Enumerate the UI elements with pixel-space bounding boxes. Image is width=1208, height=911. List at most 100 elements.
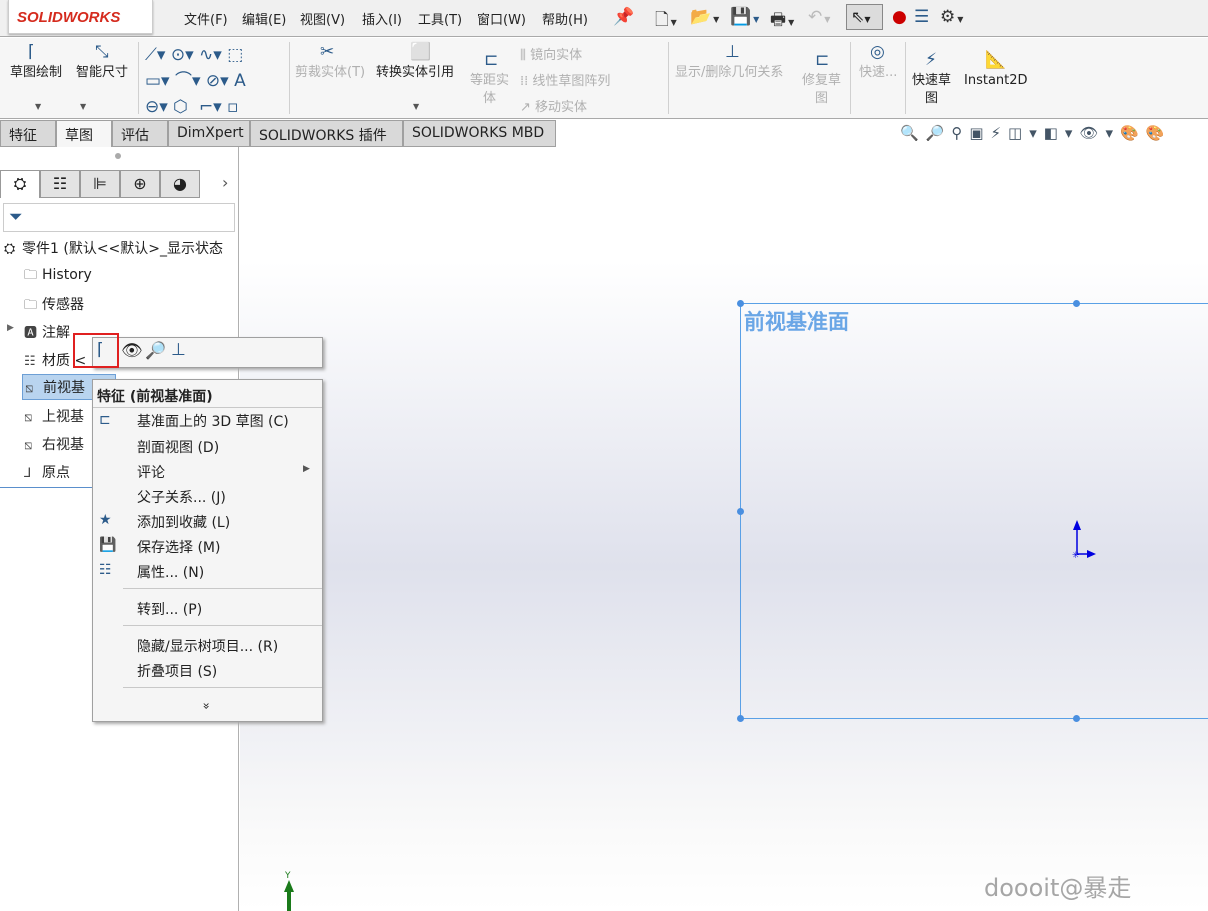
material-icon: ☷ [24, 354, 36, 369]
plane-handle[interactable] [1073, 715, 1080, 722]
dimxpertmanager-tab-icon[interactable]: ⊕ [120, 170, 160, 198]
sketch-icon: ⌈ [28, 42, 35, 62]
save-icon[interactable]: 💾 ▼ [730, 7, 759, 27]
tree-root-part[interactable]: ⛭ 零件1 (默认<<默认>_显示状态 [4, 238, 238, 258]
display-delete-relations-button[interactable]: 显示/删除几何关系 [675, 64, 783, 82]
tab-evaluate[interactable]: 评估 [112, 120, 168, 147]
origin-axes-icon: ✳ [1072, 520, 1096, 560]
linear-pattern-button[interactable]: ⁞⁞ 线性草图阵列 [520, 69, 610, 95]
menu-item-section-view[interactable]: 剖面视图 (D) [137, 437, 219, 457]
select-icon[interactable]: ⇖▼ [846, 4, 883, 30]
plane-icon: ⧅ [25, 381, 34, 396]
tree-item-origin[interactable]: ⅃ 原点 [24, 462, 70, 482]
context-menu: 特征 (前视基准面) ⊏ 基准面上的 3D 草图 (C) 剖面视图 (D) 评论… [92, 379, 323, 722]
triad-y-axis-icon: Y [284, 871, 294, 911]
submenu-arrow-icon: ▶ [303, 464, 310, 474]
plane-label: 前视基准面 [744, 310, 849, 334]
mirror-entities-button[interactable]: ⫼ 镜向实体 [520, 43, 610, 69]
menu-view[interactable]: 视图(V) [300, 9, 345, 28]
heads-up-view-toolbar[interactable]: 🔍🔎⚲▣⚡◫▾◧▾👁▾🎨🎨 [900, 124, 1171, 142]
origin-icon: ⅃ [24, 466, 32, 481]
menu-edit[interactable]: 编辑(E) [242, 9, 286, 28]
solidworks-logo[interactable]: SOLIDWORKS [8, 0, 153, 34]
part-icon: ⛭ [4, 241, 16, 257]
menu-tools[interactable]: 工具(T) [418, 9, 462, 28]
smart-dimension-icon: ⤡ [95, 42, 109, 62]
menu-item-parent-child[interactable]: 父子关系... (J) [137, 487, 226, 507]
configurationmanager-tab-icon[interactable]: ⊫ [80, 170, 120, 198]
offset-entities-button[interactable]: 等距实体 [470, 72, 509, 108]
menu-file[interactable]: 文件(F) [184, 9, 228, 28]
svg-text:✳: ✳ [1072, 551, 1080, 560]
watermark: doooit@暴走 [984, 874, 1132, 902]
save-selection-icon: 💾 [99, 537, 117, 553]
plane-handle[interactable] [737, 508, 744, 515]
3d-sketch-icon: ⊏ [99, 412, 111, 428]
sketch-entity-tools[interactable]: ⟋▾ ⊙▾ ∿▾ ⬚ ▭▾ ⌒▾ ⊘▾ A ⊖▾ ⬡ ⌐▾ ▫ [145, 42, 285, 120]
tree-item-sensors[interactable]: 🗀 传感器 [24, 294, 84, 318]
sketch-button[interactable]: 草图绘制 [10, 64, 62, 82]
print-icon[interactable]: 🖶 ▼ [770, 7, 794, 36]
instant2d-button[interactable]: Instant2D [964, 72, 1028, 90]
plane-handle[interactable] [737, 715, 744, 722]
chevron-right-icon[interactable]: › [222, 173, 228, 192]
panel-grip[interactable] [115, 153, 121, 159]
convert-entities-icon: ⬜ [410, 42, 432, 62]
move-entities-button[interactable]: ↗ 移动实体 [520, 95, 610, 121]
menu-item-comment[interactable]: 评论 [137, 462, 165, 482]
menu-item-hide-show-tree-items[interactable]: 隐藏/显示树项目... (R) [137, 636, 278, 656]
favorites-folder-icon: ★ [99, 512, 112, 528]
menu-help[interactable]: 帮助(H) [542, 9, 588, 28]
tab-mbd[interactable]: SOLIDWORKS MBD [403, 120, 556, 147]
expand-arrow-icon[interactable]: ▶ [7, 323, 14, 333]
menu-insert[interactable]: 插入(I) [362, 9, 402, 28]
open-file-icon[interactable]: 📂 ▼ [690, 7, 719, 27]
plane-handle[interactable] [1073, 300, 1080, 307]
tree-item-annotations[interactable]: 🅰 注解 [24, 322, 70, 342]
eye-show-icon[interactable]: 👁 [121, 341, 143, 361]
rebuild-traffic-light-icon[interactable]: ● [892, 7, 907, 27]
menu-item-add-to-favorites[interactable]: 添加到收藏 (L) [137, 512, 230, 532]
tree-item-history[interactable]: 🗀 History [24, 266, 92, 288]
pin-icon[interactable]: 📌 [613, 7, 634, 27]
menu-item-save-selection[interactable]: 保存选择 (M) [137, 537, 220, 557]
rapid-sketch-icon: ⚡ [925, 50, 937, 70]
filter-icon[interactable]: ⏷ [3, 203, 235, 232]
rapid-sketch-button[interactable]: 快速草图 [912, 72, 951, 108]
plane-icon: ⧅ [24, 410, 33, 425]
menu-window[interactable]: 窗口(W) [477, 9, 526, 28]
plane-handle[interactable] [737, 300, 744, 307]
normal-to-icon[interactable]: ⊥ [171, 340, 186, 360]
title-bar: SOLIDWORKS 文件(F) 编辑(E) 视图(V) 插入(I) 工具(T)… [0, 0, 1208, 37]
undo-icon[interactable]: ↶ ▼ [808, 7, 830, 27]
instant2d-icon: 📐 [985, 50, 1007, 70]
command-manager: ⌈ 草图绘制 ▼ ⤡ 智能尺寸 ▼ ⟋▾ ⊙▾ ∿▾ ⬚ ▭▾ ⌒▾ ⊘▾ A ⊖▾… [0, 38, 1208, 119]
annotation-folder-icon: 🅰 [24, 326, 38, 341]
zoom-to-selection-icon[interactable]: 🔎 [145, 341, 166, 361]
trim-entities-button[interactable]: 剪裁实体(T) [295, 64, 365, 82]
menu-item-properties[interactable]: 属性... (N) [137, 562, 204, 582]
front-plane-outline[interactable] [740, 303, 1208, 719]
menu-item-3d-sketch-on-plane[interactable]: 基准面上的 3D 草图 (C) [137, 411, 289, 431]
propertymanager-tab-icon[interactable]: ☷ [40, 170, 80, 198]
tree-item-top-plane[interactable]: ⧅ 上视基 [24, 406, 84, 426]
tab-addins[interactable]: SOLIDWORKS 插件 [250, 120, 403, 147]
menu-item-go-to[interactable]: 转到... (P) [137, 599, 202, 619]
quick-snaps-button[interactable]: 快速... [859, 64, 897, 82]
command-tabs: 特征 草图 评估 DimXpert SOLIDWORKS 插件 SOLIDWOR… [0, 120, 1208, 147]
smart-dimension-button[interactable]: 智能尺寸 [76, 64, 128, 82]
repair-sketch-button[interactable]: 修复草图 [802, 72, 841, 108]
expand-menu-chevron-icon[interactable]: » [200, 702, 214, 709]
convert-entities-button[interactable]: 转换实体引用 [376, 64, 454, 82]
file-properties-icon[interactable]: ☰ [914, 7, 929, 27]
context-menu-title: 特征 (前视基准面) [97, 389, 213, 405]
tab-dimxpert[interactable]: DimXpert [168, 120, 250, 147]
options-gear-icon[interactable]: ⚙ ▼ [940, 7, 963, 27]
tab-sketch[interactable]: 草图 [56, 120, 112, 147]
featuremanager-tab-icon[interactable]: ⛭ [0, 170, 40, 198]
displaymanager-tab-icon[interactable]: ◕ [160, 170, 200, 198]
new-file-icon[interactable]: 🗋 ▼ [655, 7, 677, 36]
tree-item-right-plane[interactable]: ⧅ 右视基 [24, 434, 84, 454]
menu-item-collapse-items[interactable]: 折叠项目 (S) [137, 661, 217, 681]
tab-features[interactable]: 特征 [0, 120, 56, 147]
